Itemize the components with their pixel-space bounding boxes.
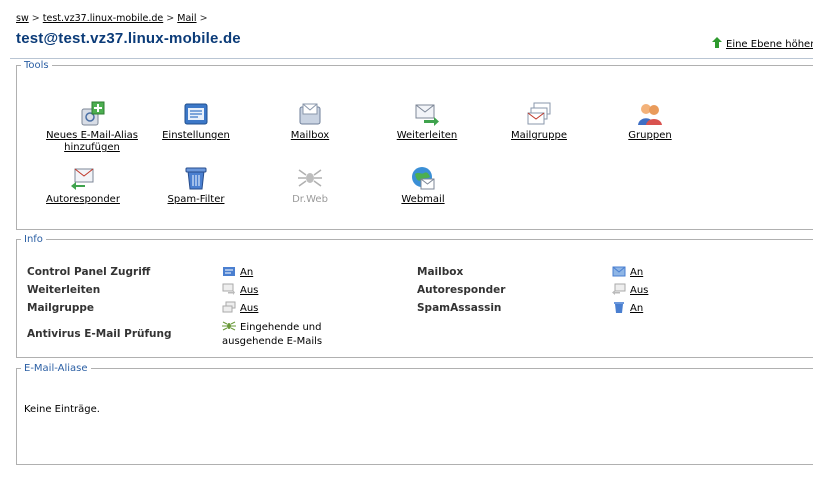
aliases-empty-text: Keine Einträge. bbox=[24, 404, 100, 415]
drweb-spider-icon bbox=[298, 169, 322, 187]
tools-legend: Tools bbox=[24, 60, 49, 71]
tool-label: Dr.Web bbox=[292, 194, 328, 205]
info-value-forward[interactable]: Aus bbox=[222, 283, 258, 296]
spam-filter-icon bbox=[614, 302, 624, 313]
aliases-legend: E-Mail-Aliase bbox=[24, 363, 88, 374]
breadcrumb: sw > test.vz37.linux-mobile.de > Mail > bbox=[16, 13, 208, 24]
tool-forward[interactable]: Weiterleiten bbox=[372, 101, 482, 142]
info-label-antivirus: Antivirus E-Mail Prüfung bbox=[27, 328, 172, 340]
page-title: test@test.vz37.linux-mobile.de bbox=[16, 30, 241, 47]
breadcrumb-separator: > bbox=[31, 13, 40, 24]
tool-mailgroup[interactable]: Mailgruppe bbox=[484, 101, 594, 142]
tool-label: Gruppen bbox=[628, 130, 672, 141]
tool-groups[interactable]: Gruppen bbox=[595, 101, 705, 142]
tool-label: Weiterleiten bbox=[396, 130, 458, 141]
info-label-mailbox: Mailbox bbox=[417, 266, 464, 278]
control-panel-icon bbox=[223, 267, 235, 276]
info-label-control-panel: Control Panel Zugriff bbox=[27, 266, 151, 278]
info-legend: Info bbox=[24, 234, 43, 245]
info-label-forward: Weiterleiten bbox=[27, 284, 101, 296]
add-alias-icon bbox=[81, 101, 105, 126]
groups-icon bbox=[638, 104, 662, 125]
tool-label: Autoresponder bbox=[46, 194, 120, 205]
tool-spam-filter[interactable]: Spam-Filter bbox=[141, 165, 251, 206]
info-value-autoresponder[interactable]: Aus bbox=[612, 283, 648, 296]
tool-label: Einstellungen bbox=[162, 130, 230, 141]
info-value-antivirus: Eingehende und ausgehende E-Mails bbox=[222, 321, 323, 347]
mailbox-icon bbox=[299, 103, 321, 125]
drweb-spider-icon bbox=[222, 321, 236, 331]
forward-mail-icon bbox=[415, 104, 439, 126]
tool-mailbox[interactable]: Mailbox bbox=[255, 101, 365, 142]
up-arrow-icon bbox=[712, 37, 722, 48]
webmail-globe-icon bbox=[412, 167, 435, 190]
tool-label: Mailgruppe bbox=[511, 130, 567, 141]
tool-label: Mailbox bbox=[290, 130, 330, 141]
autoresponder-icon bbox=[71, 168, 94, 190]
header-divider bbox=[10, 58, 813, 59]
breadcrumb-link-sw[interactable]: sw bbox=[16, 13, 29, 24]
tool-settings[interactable]: Einstellungen bbox=[141, 101, 251, 142]
up-level-link[interactable]: Eine Ebene höher bbox=[712, 37, 813, 50]
breadcrumb-separator: > bbox=[166, 13, 175, 24]
tool-autoresponder[interactable]: Autoresponder bbox=[28, 165, 138, 206]
settings-card-icon bbox=[184, 103, 208, 125]
tool-label: Webmail bbox=[401, 194, 445, 205]
tool-add-alias[interactable]: Neues E-Mail-Alias hinzufügen bbox=[37, 101, 147, 154]
mailbox-icon bbox=[612, 266, 626, 277]
tool-label: Neues E-Mail-Alias hinzufügen bbox=[46, 130, 138, 153]
autoresponder-icon bbox=[612, 283, 626, 295]
forward-mail-icon bbox=[222, 283, 235, 295]
tool-webmail[interactable]: Webmail bbox=[368, 165, 478, 206]
tool-drweb: Dr.Web bbox=[255, 165, 365, 206]
breadcrumb-link-mail[interactable]: Mail bbox=[177, 13, 196, 24]
info-value-control-panel[interactable]: An bbox=[222, 265, 253, 278]
breadcrumb-separator: > bbox=[199, 13, 208, 24]
info-value-mailgroup[interactable]: Aus bbox=[222, 301, 258, 314]
info-label-spamassassin: SpamAssassin bbox=[417, 302, 502, 314]
info-value-spamassassin[interactable]: An bbox=[612, 301, 643, 314]
up-level-label: Eine Ebene höher bbox=[726, 39, 813, 50]
tool-label: Spam-Filter bbox=[167, 194, 225, 205]
spam-filter-icon bbox=[185, 167, 207, 190]
mailgroup-icon bbox=[222, 301, 236, 313]
info-value-mailbox[interactable]: An bbox=[612, 265, 643, 278]
aliases-group: E-Mail-Aliase bbox=[16, 363, 813, 465]
mailgroup-icon bbox=[527, 102, 551, 125]
breadcrumb-link-domain[interactable]: test.vz37.linux-mobile.de bbox=[43, 13, 163, 24]
info-label-mailgroup: Mailgruppe bbox=[27, 302, 95, 314]
info-label-autoresponder: Autoresponder bbox=[417, 284, 506, 296]
